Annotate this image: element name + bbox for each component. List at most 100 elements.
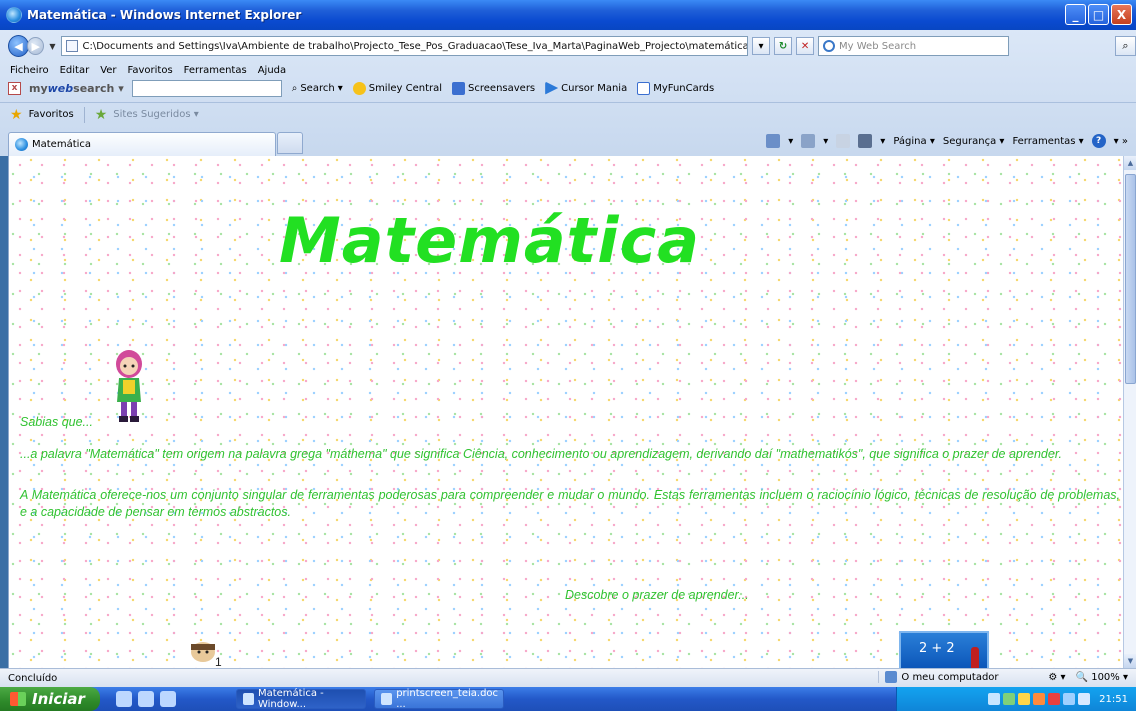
scroll-down-icon[interactable]: ▼: [1124, 654, 1136, 668]
widget-text: 2 + 2: [919, 641, 955, 656]
toolbar-search-input[interactable]: [131, 79, 282, 97]
doll-image: [116, 350, 142, 422]
scroll-thumb[interactable]: [1125, 174, 1136, 384]
tray-icon[interactable]: [1033, 693, 1046, 705]
security-zone[interactable]: O meu computador: [878, 671, 1038, 683]
tab-label: Matemática: [32, 139, 92, 150]
monitor-icon: [452, 81, 466, 95]
security-menu[interactable]: Segurança ▾: [943, 136, 1005, 147]
page-content: Matemática Sabias que... ...a palavra "M…: [8, 156, 1123, 668]
menu-bar: Ficheiro Editar Ver Favoritos Ferramenta…: [0, 62, 1136, 78]
tray-icon[interactable]: [988, 693, 1001, 705]
protected-mode-icon[interactable]: ⚙ ▾: [1048, 672, 1065, 683]
page-menu[interactable]: Página ▾: [893, 136, 935, 147]
home-icon[interactable]: [766, 134, 781, 148]
toolbar-brand[interactable]: mywebsearch ▾: [29, 82, 124, 95]
search-icon: [823, 40, 836, 52]
tray-icon[interactable]: [1003, 693, 1016, 705]
window-title: Matemática - Windows Internet Explorer: [27, 8, 302, 22]
favorites-star-icon: ★: [10, 106, 23, 123]
window-title-bar[interactable]: Matemática - Windows Internet Explorer _…: [0, 0, 1136, 30]
new-tab-button[interactable]: [277, 132, 303, 154]
menu-editar[interactable]: Editar: [60, 65, 90, 76]
print-icon[interactable]: [858, 134, 873, 148]
people-quicklaunch-icon[interactable]: [160, 691, 176, 707]
myfuncards-link[interactable]: MyFunCards: [637, 81, 714, 95]
browser-quicklaunch-icon[interactable]: [138, 691, 154, 707]
mail-icon[interactable]: [836, 134, 851, 148]
taskbar-item-ie[interactable]: Matemática - Window...: [236, 688, 366, 710]
page-icon: [66, 40, 79, 52]
computer-icon: [885, 671, 898, 683]
tray-icon[interactable]: [1018, 693, 1031, 705]
paragraph-origin: ...a palavra "Matemática" tem origem na …: [20, 447, 1062, 461]
cursor-mania-link[interactable]: Cursor Mania: [545, 81, 627, 95]
ie-logo-icon: [6, 7, 22, 23]
taskbar-item-word[interactable]: printscreen_teia.doc ...: [374, 688, 504, 710]
vertical-scrollbar[interactable]: ▲ ▼: [1123, 156, 1136, 668]
menu-ver[interactable]: Ver: [100, 65, 116, 76]
refresh-button[interactable]: ↻: [774, 37, 793, 55]
browser-chrome: ◀ ▶ ▼ C:\Documents and Settings\Iva\Ambi…: [0, 30, 1136, 156]
menu-ficheiro[interactable]: Ficheiro: [10, 65, 49, 76]
cartoon-figure-image: 1: [191, 642, 222, 668]
tray-icon[interactable]: [1063, 693, 1076, 705]
card-icon: [637, 81, 651, 95]
smiley-central-link[interactable]: Smiley Central: [352, 81, 442, 95]
toolbar-search-button[interactable]: ⌕ Search ▾: [292, 83, 343, 94]
svg-text:1: 1: [215, 655, 222, 668]
address-text: C:\Documents and Settings\Iva\Ambiente d…: [82, 40, 749, 52]
system-tray: 21:51: [896, 687, 1136, 711]
address-input[interactable]: C:\Documents and Settings\Iva\Ambiente d…: [61, 36, 749, 56]
feeds-icon[interactable]: [801, 134, 816, 148]
menu-favoritos[interactable]: Favoritos: [128, 65, 173, 76]
favorites-button[interactable]: Favoritos: [29, 109, 74, 120]
mywebsearch-toolbar: x mywebsearch ▾ ⌕ Search ▾ Smiley Centra…: [0, 78, 1136, 98]
tab-matematica[interactable]: Matemática: [8, 132, 276, 156]
toolbar-close-icon[interactable]: x: [8, 81, 21, 95]
cursor-icon: [545, 81, 559, 95]
help-icon[interactable]: ?: [1091, 134, 1106, 148]
tray-icon[interactable]: [1048, 693, 1061, 705]
intro-text: Sabias que...: [20, 415, 93, 429]
minimize-button[interactable]: _: [1065, 4, 1086, 25]
screensavers-link[interactable]: Screensavers: [452, 81, 535, 95]
tray-icon[interactable]: [1078, 693, 1091, 705]
zoom-control[interactable]: 🔍 100% ▾: [1076, 672, 1128, 683]
clock[interactable]: 21:51: [1099, 694, 1128, 705]
taskbar: Iniciar Matemática - Window... printscre…: [0, 687, 1136, 711]
close-button[interactable]: X: [1111, 4, 1132, 25]
maximize-button[interactable]: □: [1088, 4, 1109, 25]
ie-task-icon: [243, 693, 254, 705]
command-bar: ▾ ▾ ▾ Página ▾ Segurança ▾ Ferramentas ▾…: [766, 134, 1128, 148]
menu-ajuda[interactable]: Ajuda: [258, 65, 286, 76]
suggested-sites-link[interactable]: Sites Sugeridos ▾: [113, 109, 199, 120]
ie-quicklaunch-icon[interactable]: [116, 691, 132, 707]
windows-flag-icon: [10, 692, 26, 706]
tools-menu[interactable]: Ferramentas ▾: [1012, 136, 1083, 147]
address-row: ◀ ▶ ▼ C:\Documents and Settings\Iva\Ambi…: [0, 30, 1136, 62]
web-search-input[interactable]: My Web Search: [818, 36, 1009, 56]
status-bar: Concluído O meu computador ⚙ ▾ 🔍 100% ▾: [0, 668, 1136, 687]
start-button[interactable]: Iniciar: [0, 687, 100, 711]
address-dropdown-icon[interactable]: ▾: [752, 37, 771, 55]
math-widget[interactable]: 2 + 2: [899, 631, 989, 668]
stop-button[interactable]: ✕: [796, 37, 815, 55]
menu-ferramentas[interactable]: Ferramentas: [184, 65, 247, 76]
add-favorite-icon[interactable]: ★: [95, 108, 108, 122]
forward-button[interactable]: ▶: [27, 37, 45, 55]
scroll-up-icon[interactable]: ▲: [1124, 156, 1136, 170]
search-go-button[interactable]: ⌕: [1114, 36, 1136, 56]
history-dropdown-icon[interactable]: ▼: [49, 42, 55, 51]
page-title: Matemática: [279, 204, 701, 277]
tab-row: Matemática ▾ ▾ ▾ Página ▾ Segurança ▾ Fe…: [0, 128, 1136, 156]
pencil-icon: [971, 647, 979, 668]
divider: [83, 106, 85, 123]
smiley-icon: [352, 81, 366, 95]
back-button[interactable]: ◀: [8, 35, 30, 57]
paragraph-tools: A Matemática oferece-nos um conjunto sin…: [20, 488, 1120, 519]
search-placeholder: My Web Search: [839, 40, 917, 52]
closing-text: Descobre o prazer de aprender...: [565, 588, 749, 602]
quick-launch: [116, 691, 176, 707]
ie-page-icon: [15, 138, 28, 151]
